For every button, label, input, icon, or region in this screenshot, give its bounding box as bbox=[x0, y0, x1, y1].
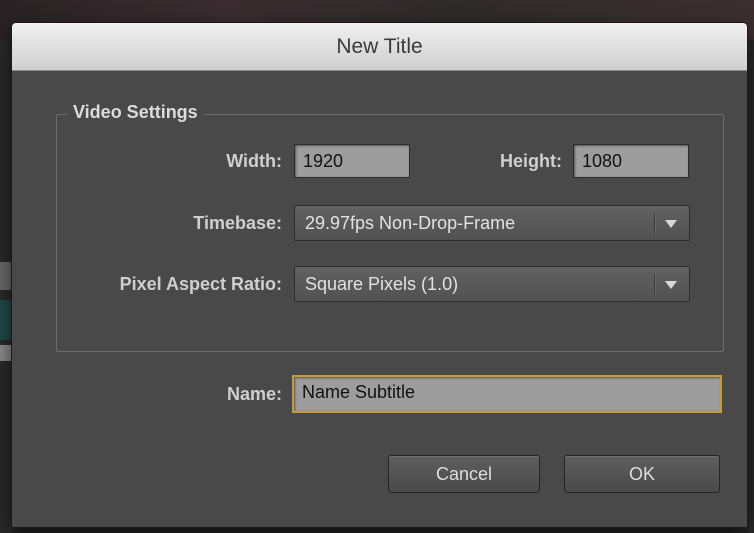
pixel-aspect-ratio-dropdown[interactable]: Square Pixels (1.0) bbox=[294, 266, 690, 302]
timebase-value: 29.97fps Non-Drop-Frame bbox=[305, 213, 516, 233]
cancel-button[interactable]: Cancel bbox=[388, 455, 540, 493]
video-settings-legend: Video Settings bbox=[67, 102, 204, 123]
chevron-down-icon[interactable] bbox=[665, 220, 677, 228]
pixel-aspect-ratio-label: Pixel Aspect Ratio: bbox=[119, 274, 282, 294]
width-label: Width: bbox=[226, 151, 282, 171]
dropdown-separator bbox=[654, 213, 655, 233]
background-app-right-panel bbox=[748, 40, 754, 533]
timebase-dropdown[interactable]: 29.97fps Non-Drop-Frame bbox=[294, 205, 690, 241]
name-label: Name: bbox=[226, 384, 282, 404]
chevron-down-icon[interactable] bbox=[665, 281, 677, 289]
ok-button[interactable]: OK bbox=[564, 455, 720, 493]
dialog-title: New Title bbox=[336, 34, 423, 58]
new-title-dialog: New Title Video Settings Width: 1920 Hei… bbox=[11, 22, 748, 528]
dialog-titlebar[interactable]: New Title bbox=[12, 23, 747, 71]
dropdown-separator bbox=[654, 274, 655, 294]
height-label: Height: bbox=[500, 151, 562, 171]
height-field[interactable]: 1080 bbox=[573, 144, 689, 178]
width-field[interactable]: 1920 bbox=[294, 144, 410, 178]
pixel-aspect-ratio-value: Square Pixels (1.0) bbox=[305, 274, 459, 294]
timebase-label: Timebase: bbox=[193, 213, 282, 233]
name-field[interactable]: Name Subtitle bbox=[292, 375, 722, 413]
